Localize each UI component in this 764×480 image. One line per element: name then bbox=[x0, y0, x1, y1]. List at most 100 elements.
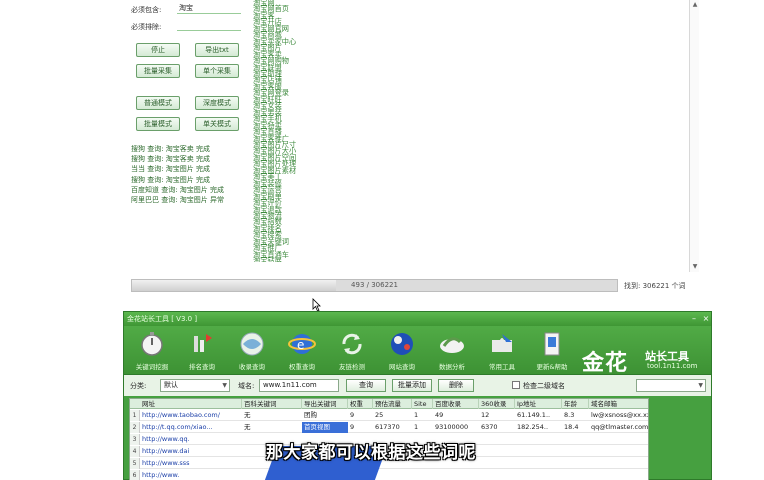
toolbar-label: 排名查询 bbox=[189, 363, 215, 371]
dish-icon bbox=[440, 337, 464, 353]
table-cell: qq@tlmaster.com bbox=[591, 423, 649, 431]
single-mode-button[interactable]: 单关模式 bbox=[195, 117, 239, 131]
keyword-item[interactable]: 淘宝钻展 bbox=[253, 257, 363, 262]
toolbar-index-query[interactable]: 收录查询 bbox=[230, 330, 274, 372]
table-cell: 1 bbox=[414, 423, 419, 431]
single-collect-button[interactable]: 单个采集 bbox=[195, 64, 239, 78]
svg-text:e: e bbox=[297, 338, 304, 352]
table-cell: 团购 bbox=[304, 411, 317, 419]
toolbar-weight-query[interactable]: e 权重查询 bbox=[280, 330, 324, 372]
toolbar-keyword-mining[interactable]: 关键词挖掘 bbox=[130, 330, 174, 372]
close-icon[interactable]: × bbox=[701, 314, 711, 324]
toolbar-label: 常用工具 bbox=[489, 363, 515, 371]
row-number: 6 bbox=[130, 470, 140, 480]
table-cell: 9 bbox=[350, 411, 355, 419]
url-cell[interactable]: http://www.taobao.com/ bbox=[140, 410, 242, 421]
query-button[interactable]: 查询 bbox=[346, 379, 386, 392]
scroll-up-icon[interactable]: ▲ bbox=[691, 1, 699, 9]
toolbar-update-help[interactable]: 更新&帮助 bbox=[530, 330, 574, 372]
delete-button[interactable]: 删除 bbox=[438, 379, 474, 392]
row-number: 5 bbox=[130, 458, 140, 469]
url-cell[interactable]: http://www.sss bbox=[140, 458, 242, 469]
progress-text: 493 / 306221 bbox=[351, 281, 398, 289]
normal-mode-button[interactable]: 普通模式 bbox=[136, 96, 180, 110]
toolbar-label: 收录查询 bbox=[239, 363, 265, 371]
toolbar-site-query[interactable]: 网站查询 bbox=[380, 330, 424, 372]
table-row[interactable]: 2 http://t.qq.com/xiao... 无 首页视图 9 617370 1 931… bbox=[130, 422, 648, 433]
table-cell: 182.254.. bbox=[517, 423, 549, 431]
logo-text: 金花 bbox=[582, 351, 629, 376]
table-cell: 49 bbox=[435, 411, 444, 419]
column-header[interactable]: 百科关键词 bbox=[242, 399, 302, 409]
exclude-input[interactable] bbox=[177, 20, 241, 31]
row-number: 1 bbox=[130, 410, 140, 421]
column-header[interactable]: 360收录 bbox=[479, 399, 515, 409]
url-cell[interactable]: http://www. bbox=[140, 470, 242, 480]
row-number: 4 bbox=[130, 446, 140, 457]
table-cell: 93100000 bbox=[435, 423, 469, 431]
table-cell: 8.3 bbox=[564, 411, 575, 419]
column-header[interactable]: 年龄 bbox=[562, 399, 589, 409]
row-number: 2 bbox=[130, 422, 140, 433]
chart-flag-icon bbox=[194, 334, 212, 352]
table-cell: 1 bbox=[414, 411, 419, 419]
include-label: 必须包含: bbox=[131, 6, 162, 14]
keyword-list[interactable]: 淘宝网 淘宝网首页 淘宝客 淘宝开店 淘宝网官网 淘宝商城 淘宝卖家中心 淘宝图片 淘宝客卖 淘宝… bbox=[253, 0, 363, 262]
table-cell: 25 bbox=[375, 411, 384, 419]
url-cell[interactable]: http://t.qq.com/xiao... bbox=[140, 422, 242, 433]
toolbar-rank-query[interactable]: 排名查询 bbox=[180, 330, 224, 372]
batch-collect-button[interactable]: 批量采集 bbox=[136, 64, 180, 78]
column-header[interactable]: 导出关键词 bbox=[302, 399, 348, 409]
tool-title: 金花站长工具 [ V3.0 ] bbox=[127, 315, 198, 323]
scroll-down-icon[interactable]: ▼ bbox=[691, 263, 699, 271]
table-cell: 6370 bbox=[481, 423, 498, 431]
status-line: 搜狗 查询: 淘宝客卖 完成 bbox=[131, 155, 211, 164]
minimize-icon[interactable]: – bbox=[689, 314, 699, 324]
deep-mode-button[interactable]: 深度模式 bbox=[195, 96, 239, 110]
table-cell: 61.149.1.. bbox=[517, 411, 551, 419]
toolbar-data-analysis[interactable]: 数据分析 bbox=[430, 330, 474, 372]
table-cell: 首页视图 bbox=[302, 422, 348, 433]
ball-icon bbox=[391, 333, 413, 355]
include-input[interactable]: 淘宝 bbox=[177, 3, 241, 14]
category-select[interactable]: 默认 ▼ bbox=[160, 379, 230, 392]
toolbar-label: 关键词挖掘 bbox=[135, 363, 169, 371]
batch-mode-button[interactable]: 批量模式 bbox=[136, 117, 180, 131]
export-txt-button[interactable]: 导出txt bbox=[195, 43, 239, 57]
column-header[interactable]: 域名邮箱 bbox=[589, 399, 648, 409]
table-cell: 无 bbox=[244, 411, 251, 419]
row-number: 3 bbox=[130, 434, 140, 445]
total-count: 找到: 306221 个词 bbox=[624, 282, 686, 290]
table-row[interactable]: 6 http://www. bbox=[130, 470, 648, 480]
column-header[interactable]: Site bbox=[412, 399, 433, 409]
extra-select[interactable]: ▼ bbox=[636, 379, 706, 392]
domain-input[interactable]: www.1n11.com bbox=[259, 379, 339, 392]
status-line: 搜狗 查询: 淘宝图片 完成 bbox=[131, 175, 211, 184]
tool-toolbar: 关键词挖掘 排名查询 收录查询 e 权重查询 友链检测 网站查询 数据分析 常用… bbox=[124, 326, 711, 376]
table-row[interactable]: 1 http://www.taobao.com/无团购 9 25 1 49 12 61.149… bbox=[130, 410, 648, 421]
column-header[interactable]: 百度收录 bbox=[433, 399, 479, 409]
chevron-down-icon: ▼ bbox=[222, 382, 227, 389]
column-header[interactable]: Ip地址 bbox=[515, 399, 562, 409]
browser-e-icon: e bbox=[288, 334, 316, 354]
subdomain-checkbox[interactable] bbox=[512, 381, 520, 389]
globe-icon bbox=[240, 332, 264, 356]
toolbar-common-tools[interactable]: 常用工具 bbox=[480, 330, 524, 372]
stop-button[interactable]: 停止 bbox=[136, 43, 180, 57]
screen: 必须包含: 淘宝 必须排除: 停止 导出txt 批量采集 单个采集 普通模式 深… bbox=[0, 0, 764, 480]
url-cell[interactable]: http://www.dai bbox=[140, 446, 242, 457]
table-cell: 9 bbox=[350, 423, 355, 431]
column-header[interactable]: 网址 bbox=[140, 399, 242, 409]
column-header[interactable]: 权重 bbox=[348, 399, 373, 409]
puzzle-icon bbox=[492, 334, 512, 352]
toolbar-label: 权重查询 bbox=[289, 363, 315, 371]
stopwatch-icon bbox=[141, 332, 163, 356]
toolbar-link-check[interactable]: 友链检测 bbox=[330, 330, 374, 372]
table-cell: 无 bbox=[244, 423, 251, 431]
domain-value: www.1n11.com bbox=[263, 381, 317, 389]
keyword-scrollbar[interactable]: ▲ ▼ bbox=[689, 0, 699, 272]
toolbar-label: 数据分析 bbox=[439, 363, 465, 371]
column-header[interactable]: 预估流量 bbox=[373, 399, 412, 409]
batch-add-button[interactable]: 批量添加 bbox=[392, 379, 432, 392]
url-cell[interactable]: http://www.qq. bbox=[140, 434, 242, 445]
